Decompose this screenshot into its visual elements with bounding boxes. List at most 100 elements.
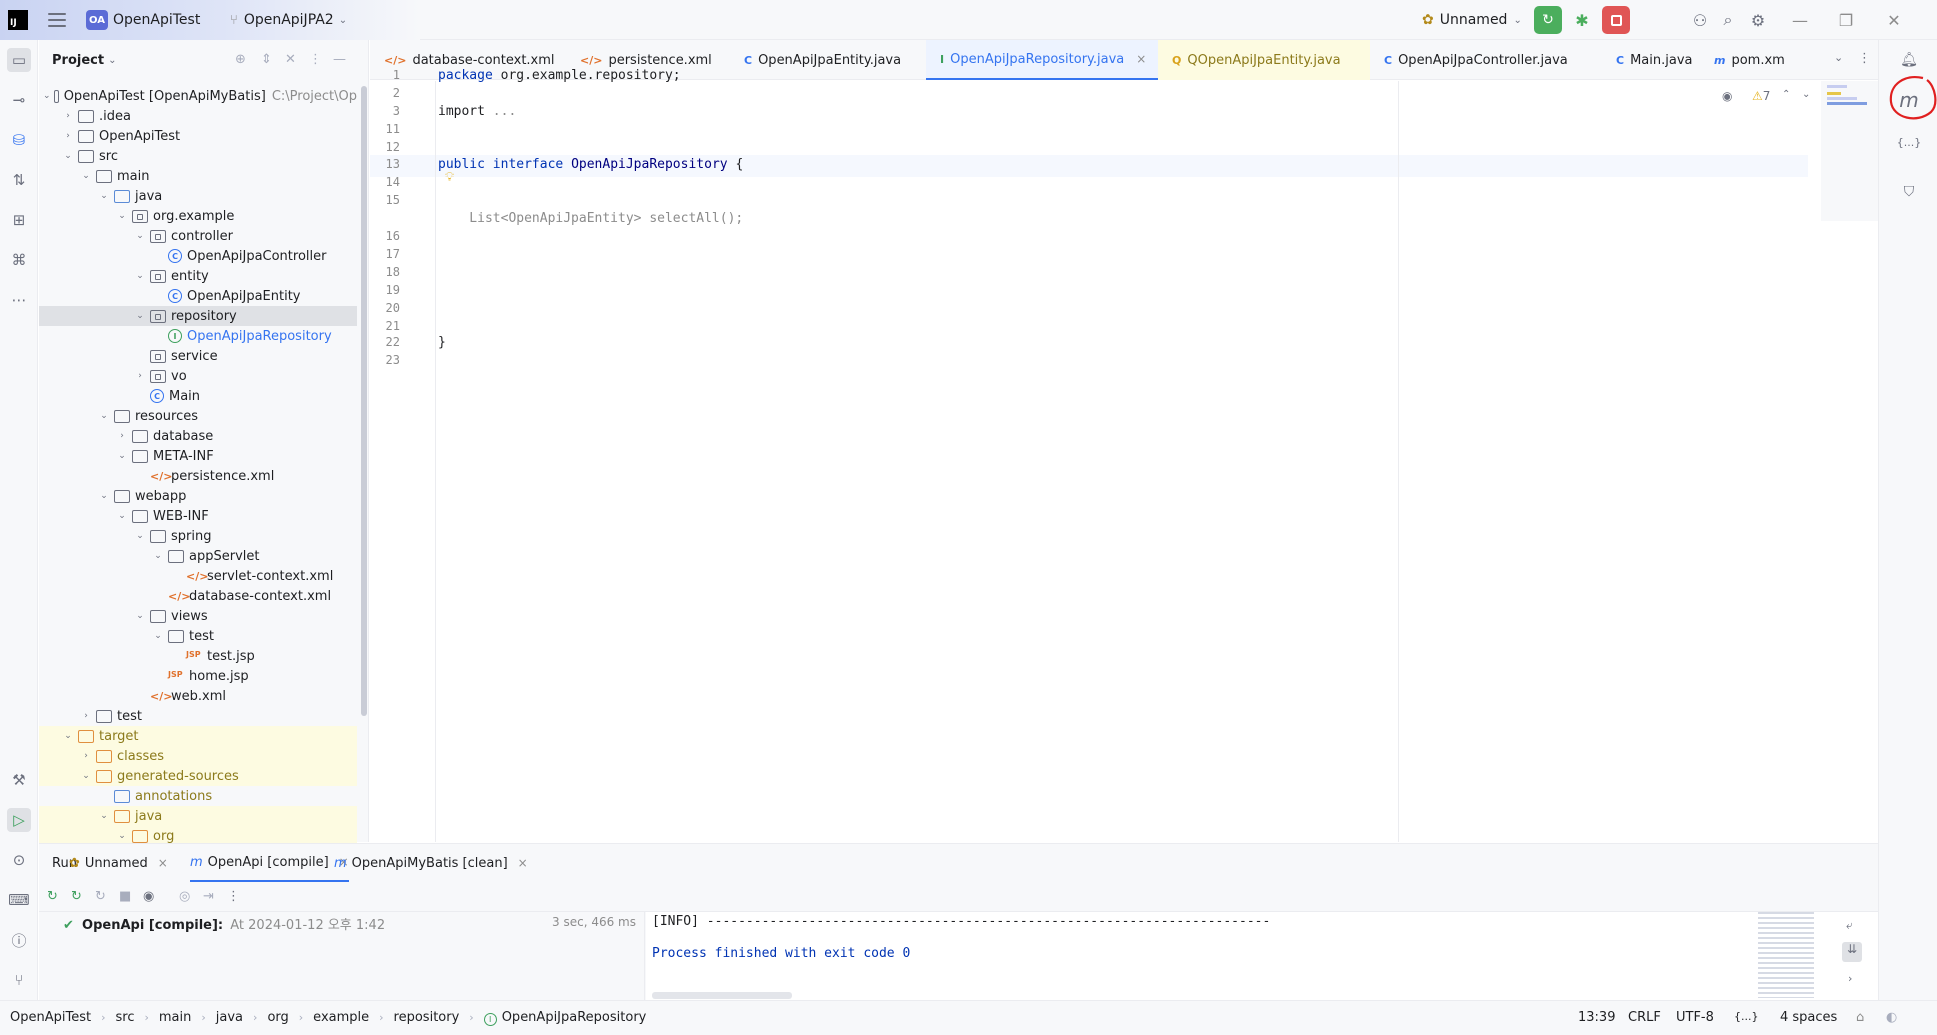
tree-item[interactable]: </> web.xml [39, 686, 357, 706]
editor-tab[interactable]: Q QOpenApiJpaEntity.java [1158, 40, 1370, 80]
expand-icon[interactable]: › [1848, 972, 1852, 985]
vcs-branch-selector[interactable]: ⑂ OpenApiJPA2 ⌄ [230, 0, 347, 40]
tree-item[interactable]: C OpenApiJpaController [39, 246, 357, 266]
tree-item[interactable]: ⌄ org.example [39, 206, 357, 226]
run-tool-icon[interactable]: ▷ [7, 808, 31, 832]
run-tab[interactable]: m OpenApi [compile] × [190, 844, 349, 882]
breadcrumb-item[interactable]: example [313, 1010, 369, 1025]
tabs-dropdown-icon[interactable]: ⌄ [1834, 51, 1843, 64]
chevron-right-icon[interactable]: › [79, 751, 93, 761]
close-tab-icon[interactable]: × [518, 856, 528, 870]
rerun-button[interactable]: ↻ [1534, 6, 1562, 34]
breadcrumb-item[interactable]: OpenApiJpaRepository [502, 1010, 647, 1025]
editor-tab[interactable]: m pom.xm [1700, 40, 1788, 80]
code-with-me-icon[interactable]: ⚇ [1690, 10, 1710, 30]
inspection-icon[interactable]: ◐ [1886, 1010, 1897, 1025]
breadcrumb-item[interactable]: org [267, 1010, 288, 1025]
endpoints-tool-icon[interactable]: ⌘ [7, 248, 31, 272]
build-tool-icon[interactable]: ⚒ [7, 768, 31, 792]
chevron-down-icon[interactable]: ⌄ [133, 311, 147, 321]
tree-item[interactable]: › .idea [39, 106, 357, 126]
toggle-auto-rerun-icon[interactable]: ↻ [95, 889, 106, 904]
settings-gear-icon[interactable]: ⚙ [1748, 10, 1768, 30]
chevron-down-icon[interactable]: ⌄ [133, 271, 147, 281]
tree-item[interactable]: ⌄ META-INF [39, 446, 357, 466]
database-tool-icon[interactable]: ⛁ [7, 128, 31, 152]
breadcrumb-item[interactable]: OpenApiTest [10, 1010, 91, 1025]
editor-tab[interactable]: C OpenApiJpaController.java [1370, 40, 1602, 80]
options-icon[interactable]: ⋮ [309, 52, 322, 67]
breadcrumb-item[interactable]: src [116, 1010, 135, 1025]
tree-item[interactable]: ⌄ test [39, 626, 357, 646]
line-separator[interactable]: CRLF [1628, 1010, 1661, 1025]
tree-item[interactable]: ⌄ java [39, 806, 357, 826]
notifications-bell-icon[interactable]: 🔔︎ [1897, 48, 1921, 72]
code-minimap[interactable] [1821, 81, 1878, 221]
intention-bulb-icon[interactable]: 💡︎ [445, 170, 454, 185]
tree-item[interactable]: ⌄ main [39, 166, 357, 186]
editor-tab[interactable]: I OpenApiJpaRepository.java × [926, 40, 1158, 80]
restore-icon[interactable]: ❐ [1836, 10, 1856, 30]
indent-setting[interactable]: 4 spaces [1780, 1010, 1837, 1025]
stop-button[interactable] [1602, 6, 1630, 34]
tree-item[interactable]: ⌄ appServlet [39, 546, 357, 566]
tree-item[interactable]: › test [39, 706, 357, 726]
chevron-down-icon[interactable]: ⌄ [115, 211, 129, 221]
chevron-down-icon[interactable]: ⌄ [151, 551, 165, 561]
search-icon[interactable]: ⌕ [1718, 10, 1738, 30]
tree-item[interactable]: </> persistence.xml [39, 466, 357, 486]
tree-scrollbar[interactable] [361, 86, 367, 716]
editor-tab[interactable]: C OpenApiJpaEntity.java [730, 40, 926, 80]
tree-item[interactable]: annotations [39, 786, 357, 806]
file-encoding[interactable]: UTF-8 [1676, 1010, 1714, 1025]
tree-item[interactable]: › database [39, 426, 357, 446]
run-tab[interactable]: m OpenApiMyBatis [clean] × [334, 844, 528, 882]
main-menu-icon[interactable] [48, 13, 66, 27]
chevron-right-icon[interactable]: › [115, 431, 129, 441]
commit-tool-icon[interactable]: ⊸ [7, 88, 31, 112]
close-tab-icon[interactable]: × [158, 856, 168, 870]
locate-icon[interactable]: ⊕ [235, 52, 246, 67]
pull-requests-icon[interactable]: ⇅ [7, 168, 31, 192]
tree-item[interactable]: </> servlet-context.xml [39, 566, 357, 586]
rerun-failed-icon[interactable]: ↻ [71, 889, 82, 904]
chevron-down-icon[interactable]: ⌄ [97, 811, 111, 821]
minimize-icon[interactable]: — [1790, 10, 1810, 30]
expand-all-icon[interactable]: ⇕ [261, 52, 272, 67]
tree-item[interactable]: › classes [39, 746, 357, 766]
tree-item[interactable]: ⌄ views [39, 606, 357, 626]
chevron-down-icon[interactable]: ⌄ [115, 511, 129, 521]
tree-item[interactable]: I OpenApiJpaRepository [39, 326, 357, 346]
terminal-tool-icon[interactable]: ⌨ [7, 888, 31, 912]
run-tab[interactable]: ✿ Unnamed × [69, 844, 168, 882]
breadcrumb-item[interactable]: repository [394, 1010, 460, 1025]
next-highlight-icon[interactable]: ⌄ [1802, 89, 1810, 100]
cursor-position[interactable]: 13:39 [1578, 1010, 1615, 1025]
tree-item[interactable]: ⌄ OpenApiTest [OpenApiMyBatis] C:\Project\… [39, 86, 357, 106]
security-shield-icon[interactable]: ⛉ [1897, 180, 1921, 204]
rerun-icon[interactable]: ↻ [47, 889, 58, 904]
tree-item[interactable]: ⌄ controller [39, 226, 357, 246]
tree-item[interactable]: ⌄ resources [39, 406, 357, 426]
collapse-all-icon[interactable]: ✕ [285, 52, 296, 67]
tree-item[interactable]: ⌄ java [39, 186, 357, 206]
chevron-down-icon[interactable]: ⌄ [133, 611, 147, 621]
tree-item[interactable]: ⌄ entity [39, 266, 357, 286]
run-config-selector[interactable]: ✿ Unnamed ⌄ [1422, 0, 1522, 40]
chevron-down-icon[interactable]: ⌄ [79, 171, 93, 181]
scroll-to-end-icon[interactable]: ⇊ [1842, 942, 1862, 962]
chevron-down-icon[interactable]: ⌄ [43, 91, 51, 101]
tree-item[interactable]: JSP test.jsp [39, 646, 357, 666]
breadcrumb-item[interactable]: java [216, 1010, 243, 1025]
close-tab-icon[interactable]: × [1136, 52, 1146, 66]
json-tool-icon[interactable]: {...} [1897, 130, 1922, 154]
tree-item[interactable]: ⌄ spring [39, 526, 357, 546]
console-hscrollbar[interactable] [652, 992, 792, 999]
debug-icon[interactable]: ✱ [1572, 10, 1592, 30]
tree-item[interactable]: › OpenApiTest [39, 126, 357, 146]
tabs-more-icon[interactable]: ⋮ [1858, 51, 1871, 66]
project-tool-icon[interactable]: ▭ [7, 48, 31, 72]
chevron-down-icon[interactable]: ⌄ [97, 411, 111, 421]
more-options-icon[interactable]: ⋮ [227, 889, 240, 904]
project-name[interactable]: OpenApiTest [113, 0, 200, 40]
